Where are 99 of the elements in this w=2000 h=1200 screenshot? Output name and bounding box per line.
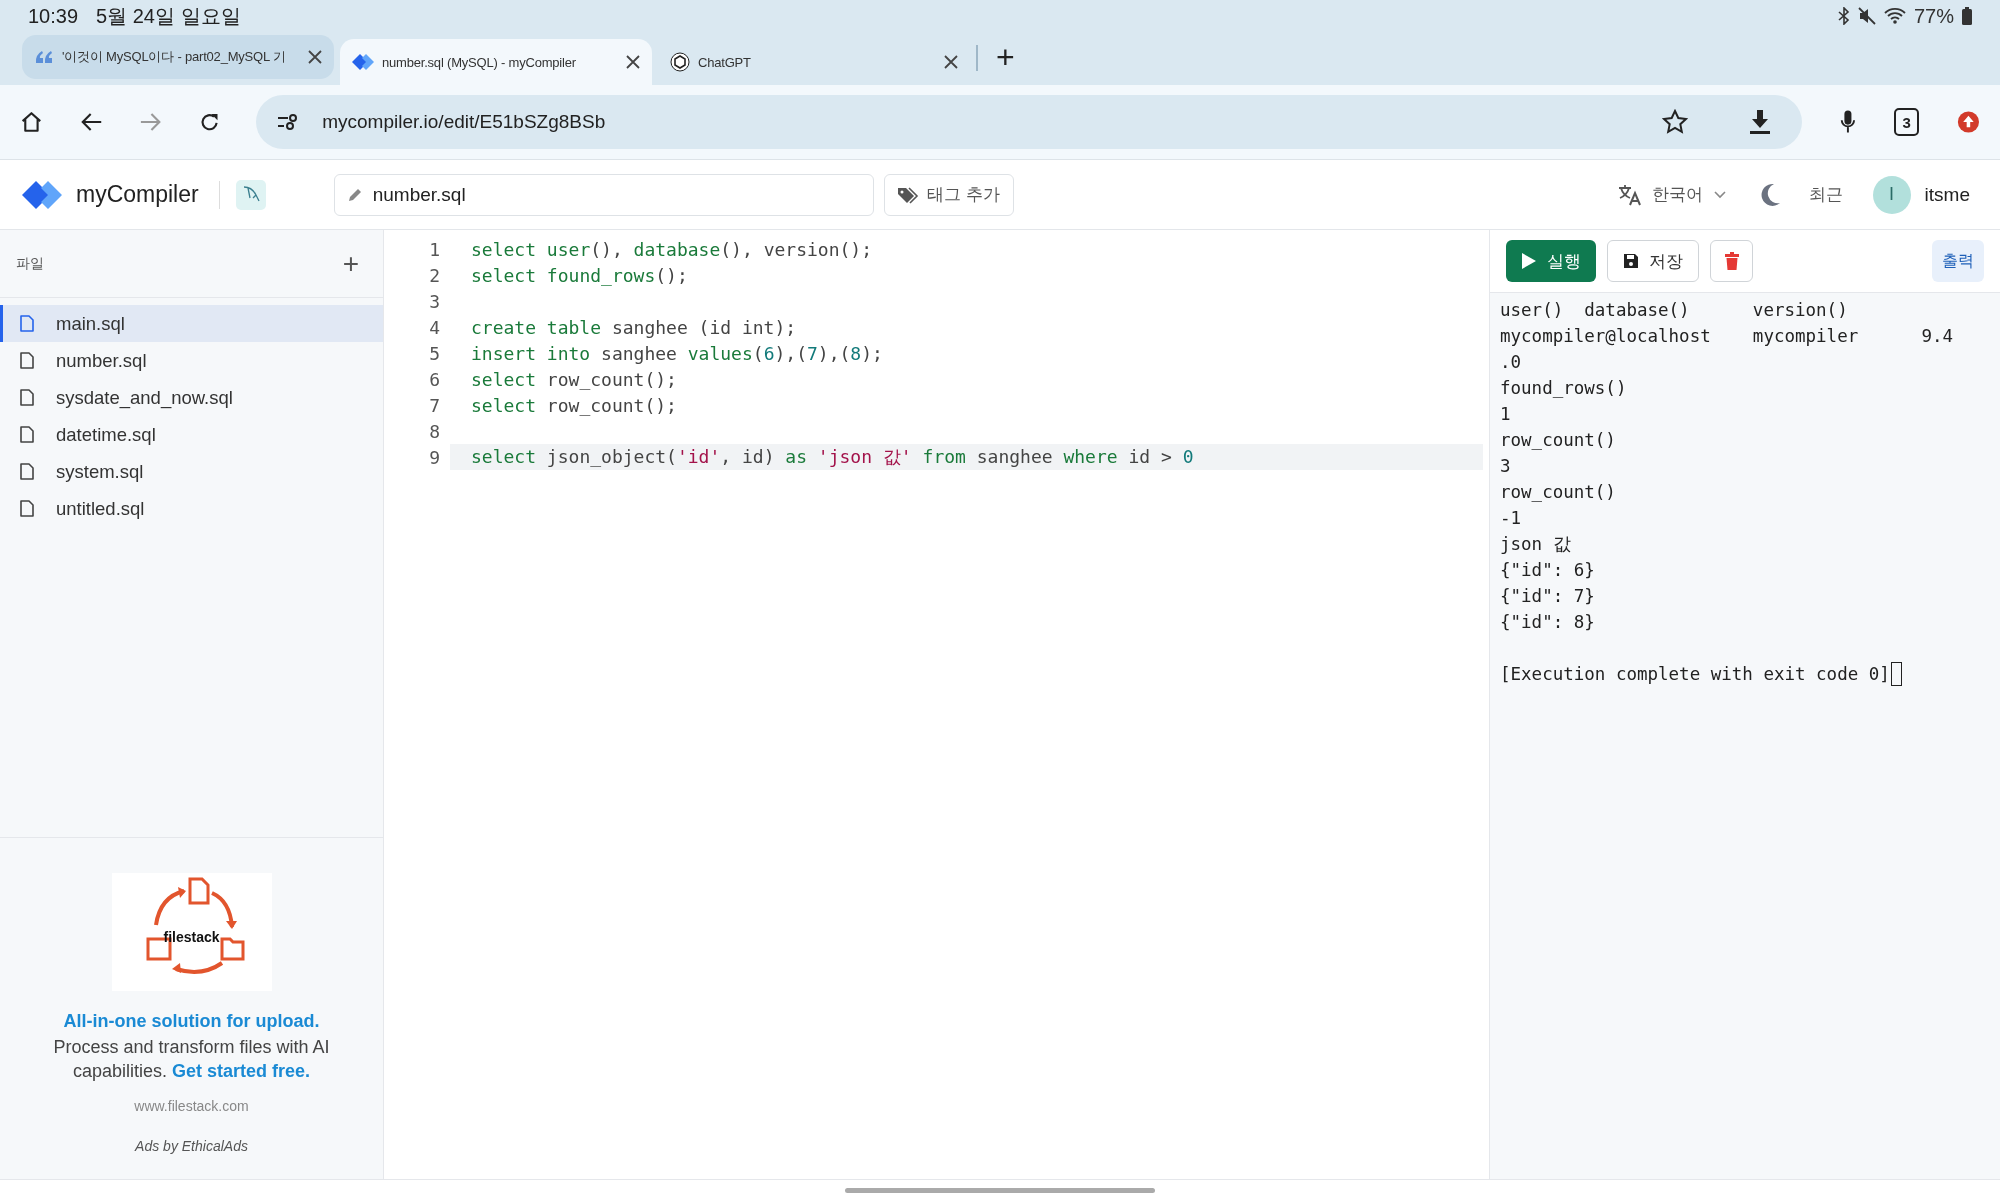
battery-icon [1962,7,1972,25]
file-icon [20,389,34,406]
tag-icon [897,185,919,204]
ad-image[interactable]: filestack [111,873,272,991]
line-number: 8 [428,420,440,442]
file-item[interactable]: sysdate_and_now.sql [0,379,383,416]
file-icon [20,352,34,369]
translate-icon [1617,183,1642,206]
browser-tab[interactable]: '이것이 MySQL이다 - part02_MySQL 기 [22,35,334,79]
line-number: 2 [428,264,440,286]
line-number: 5 [428,342,440,364]
close-icon[interactable] [944,55,958,69]
output-line: {"id": 6} [1500,560,1595,580]
user-avatar[interactable]: I [1872,175,1911,214]
code-line: select row_count(); [471,368,677,390]
microphone-icon[interactable] [1840,108,1857,136]
line-number: 6 [428,368,440,390]
brand-name[interactable]: myCompiler [76,181,199,208]
close-icon[interactable] [626,55,640,69]
file-item[interactable]: main.sql [0,305,383,342]
tab-title: '이것이 MySQL이다 - part02_MySQL 기 [62,48,287,66]
play-icon [1521,252,1537,270]
user-name[interactable]: itsme [1924,183,1970,206]
status-time: 10:39 [28,4,79,28]
quote-icon [34,49,54,65]
delete-button[interactable] [1710,240,1753,282]
files-heading: 파일 [16,254,44,273]
output-line: found_rows() [1500,378,1627,398]
output-line: json 값 [1500,533,1571,556]
file-name-field[interactable]: number.sql [333,173,874,216]
file-item[interactable]: untitled.sql [0,490,383,527]
wifi-icon [1883,7,1906,25]
output-line: {"id": 8} [1500,612,1595,632]
ad-text: Process and transform files with AI capabilities. Get started free. [52,1036,331,1083]
browser-tab[interactable]: number.sql (MySQL) - myCompiler [340,39,652,85]
line-number: 4 [428,316,440,338]
ad-logo-text: filestack [163,929,220,945]
file-icon [20,426,34,443]
output-line: [Execution complete with exit code 0] [1500,664,1890,684]
line-number: 3 [428,290,440,312]
battery-percent: 77% [1913,4,1954,28]
ad-domain: www.filestack.com [134,1097,249,1114]
run-button[interactable]: 실행 [1506,240,1596,282]
status-date: 5월 24일 일요일 [96,3,241,29]
file-icon [20,463,34,480]
ad-credit[interactable]: Ads by EthicalAds [135,1137,248,1154]
tab-title: number.sql (MySQL) - myCompiler [382,54,577,70]
ad-headline[interactable]: All-in-one solution for upload. [63,1011,320,1032]
forward-arrow-icon[interactable] [140,111,162,133]
star-icon[interactable] [1662,109,1689,135]
file-item[interactable]: system.sql [0,453,383,490]
output-line: mycompiler@localhost mycompiler 9.4 [1500,326,1954,346]
trash-icon [1724,252,1739,270]
save-button[interactable]: 저장 [1607,240,1699,282]
code-line: select user(), database(), version(); [471,238,872,260]
add-tag-button[interactable]: 태그 추가 [883,173,1014,216]
chevron-down-icon [1712,189,1727,200]
tab-title: ChatGPT [698,54,752,70]
upload-badge-icon[interactable] [1957,109,1980,135]
text-cursor [1890,662,1902,686]
output-tab[interactable]: 출력 [1932,240,1984,282]
file-item[interactable]: datetime.sql [0,416,383,453]
get-started-link[interactable]: Get started free. [172,1060,311,1081]
address-bar[interactable]: mycompiler.io/edit/E51bSZg8BSb [256,95,1803,149]
output-line: -1 [1500,508,1522,528]
mute-icon [1857,7,1876,25]
recent-link[interactable]: 최근 [1808,183,1843,206]
tab-count-button[interactable]: 3 [1894,108,1920,136]
browser-tab[interactable]: ChatGPT [658,39,970,85]
language-selector[interactable]: 한국어 [1617,183,1727,206]
code-line: select found_rows(); [471,264,688,286]
bluetooth-icon [1837,7,1850,25]
output-line: row_count() [1500,430,1616,450]
diamond-logo-icon [352,53,374,71]
output-line: .0 [1500,352,1522,372]
code-line: select json_object('id', id) as 'json 값' from sanghee where id > 0 [471,445,1194,469]
output-line: 3 [1500,456,1511,476]
code-line: select row_count(); [471,394,677,416]
download-icon[interactable] [1748,109,1773,135]
output-line: row_count() [1500,482,1616,502]
diamond-logo-icon[interactable] [22,179,62,210]
home-icon[interactable] [20,109,43,135]
line-number: 9 [428,446,440,468]
line-number: 1 [428,238,440,260]
close-icon[interactable] [308,50,322,64]
url-text: mycompiler.io/edit/E51bSZg8BSb [322,111,606,133]
back-arrow-icon[interactable] [80,111,102,133]
file-item[interactable]: number.sql [0,342,383,379]
code-line: insert into sanghee values(6),(7),(8); [471,342,883,364]
new-tab-button[interactable]: + [996,41,1015,73]
add-file-button[interactable]: + [342,249,359,278]
file-icon [20,500,34,517]
output-line: {"id": 7} [1500,586,1595,606]
pencil-icon [346,186,363,203]
line-number: 7 [428,394,440,416]
output-line: 1 [1500,404,1511,424]
file-icon [20,315,34,332]
output-line: user() database() version() [1500,300,1848,320]
code-line: create table sanghee (id int); [471,316,797,338]
